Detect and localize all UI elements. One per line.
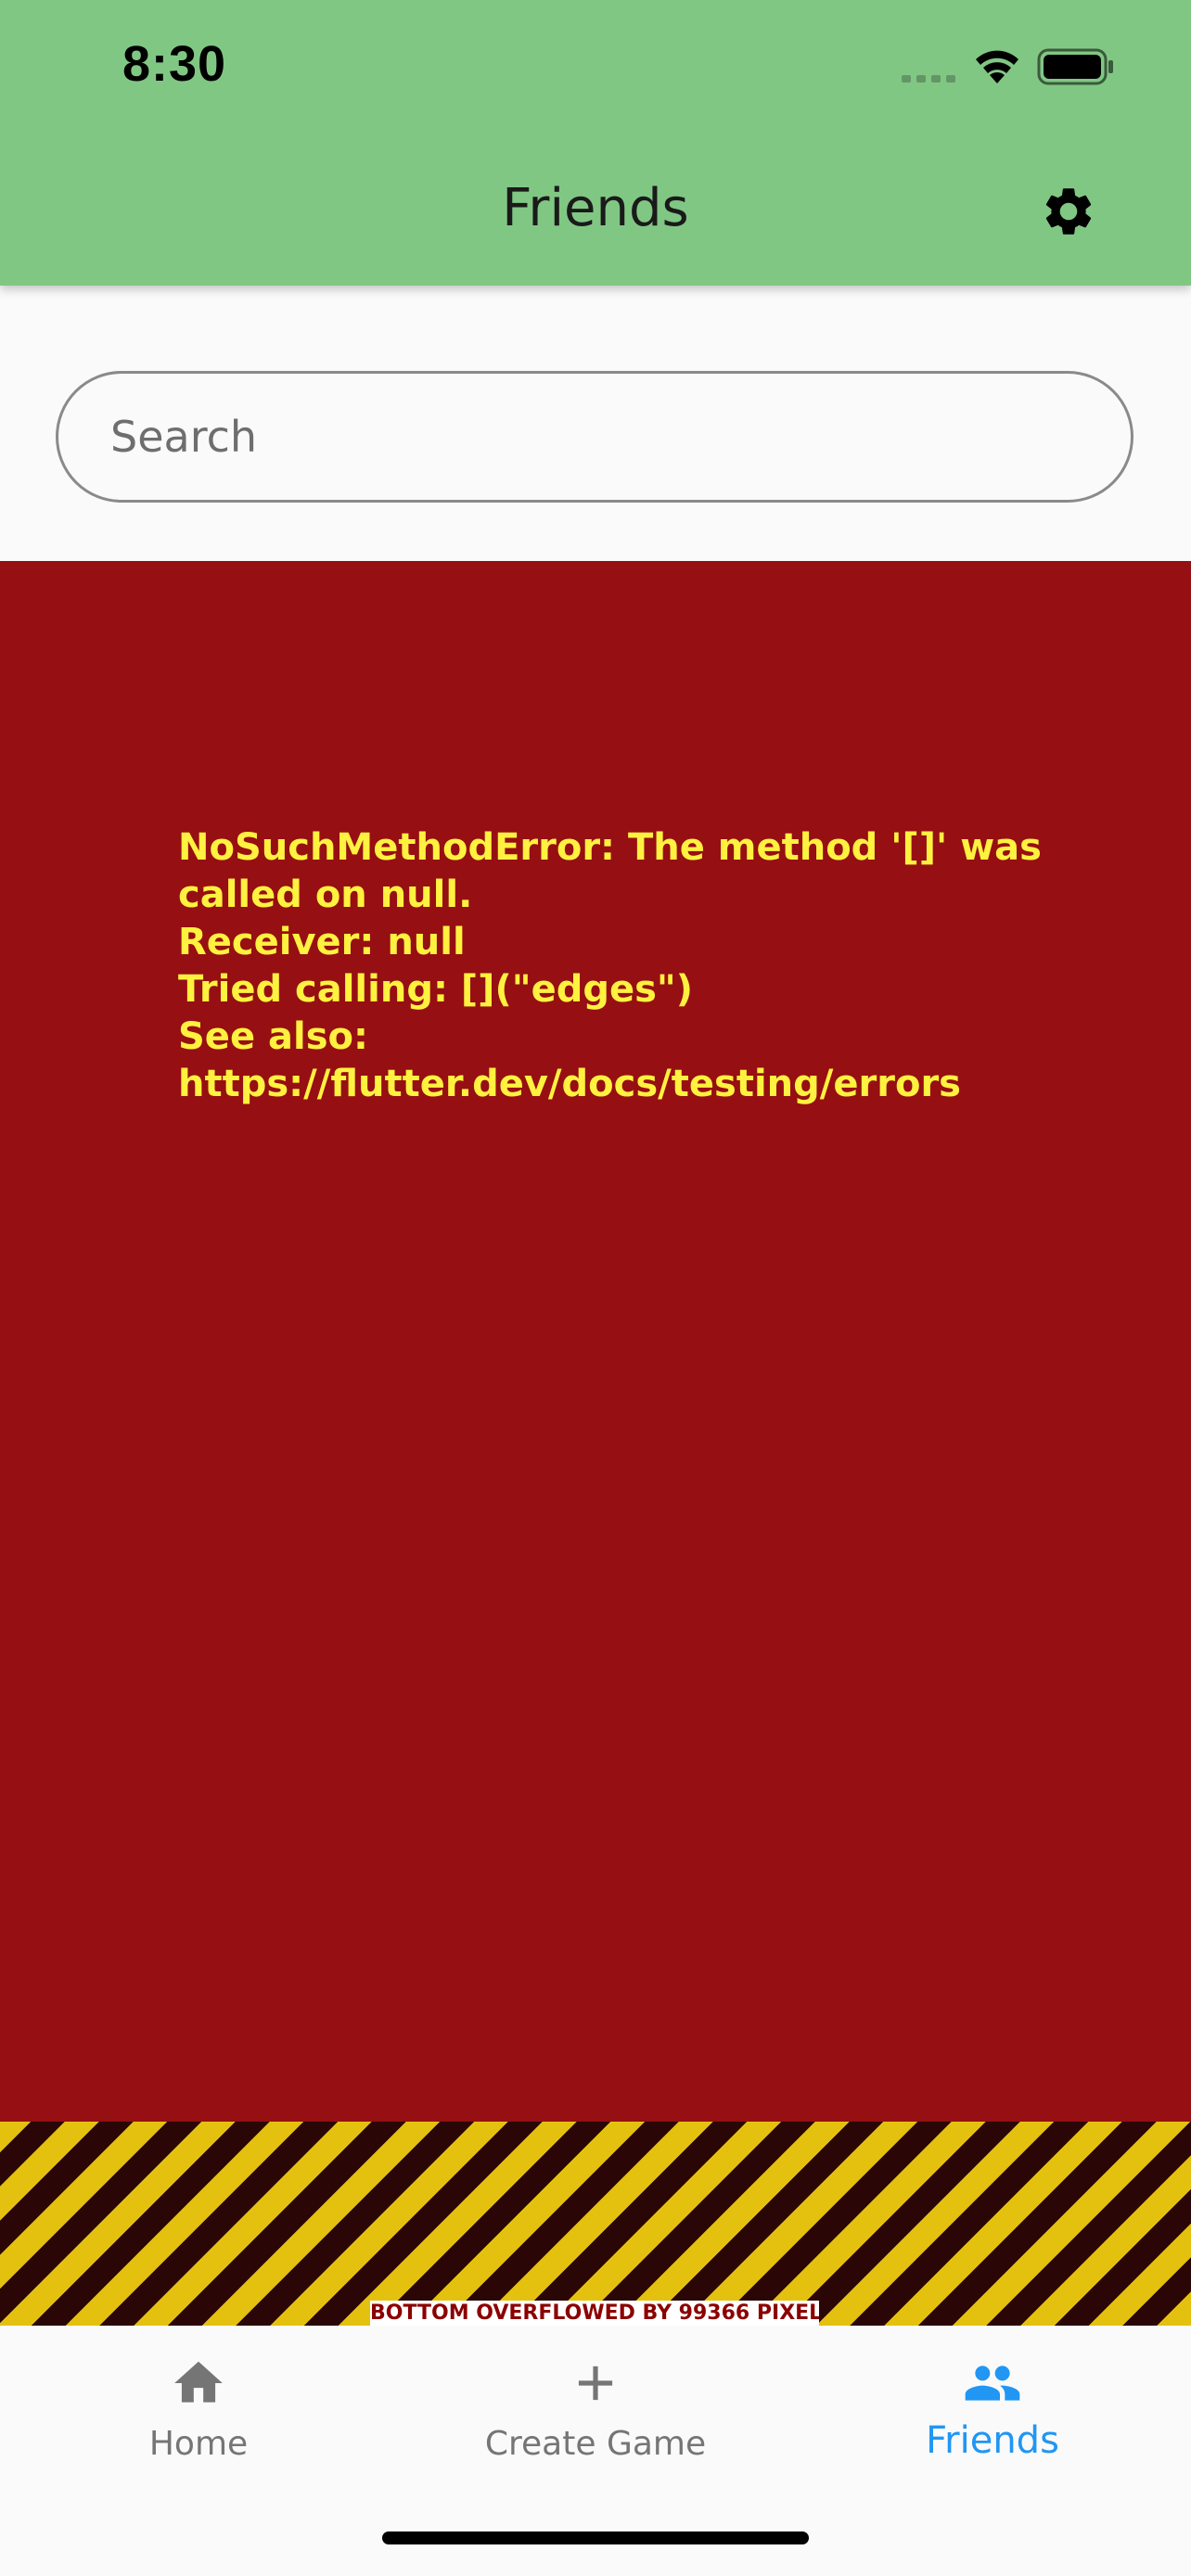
plus-icon <box>566 2353 625 2413</box>
app-bar: 8:30 Friends <box>0 0 1191 286</box>
settings-icon <box>1045 188 1092 235</box>
status-time: 8:30 <box>122 36 227 92</box>
nav-label-friends: Friends <box>926 2419 1059 2462</box>
battery-icon <box>1037 48 1113 85</box>
settings-button[interactable] <box>1031 174 1106 249</box>
overflow-warning-stripes <box>0 2122 1191 2326</box>
nav-item-friends[interactable]: Friends <box>794 2326 1191 2474</box>
people-icon <box>963 2353 1022 2413</box>
error-message: NoSuchMethodError: The method '[]' was c… <box>178 826 1042 1105</box>
error-panel: NoSuchMethodError: The method '[]' was c… <box>0 561 1191 2122</box>
nav-item-create-game[interactable]: Create Game <box>397 2326 794 2474</box>
wifi-icon <box>976 50 1018 83</box>
nav-label-create-game: Create Game <box>484 2425 707 2463</box>
nav-item-home[interactable]: Home <box>0 2326 397 2474</box>
overflow-warning-label: BOTTOM OVERFLOWED BY 99366 PIXELS <box>370 2301 819 2326</box>
signal-icon <box>902 75 955 83</box>
home-icon <box>169 2353 228 2413</box>
home-indicator <box>382 2531 809 2544</box>
search-section <box>0 286 1191 561</box>
page-title: Friends <box>502 178 689 238</box>
nav-label-home: Home <box>148 2425 249 2463</box>
search-input[interactable] <box>56 371 1133 503</box>
